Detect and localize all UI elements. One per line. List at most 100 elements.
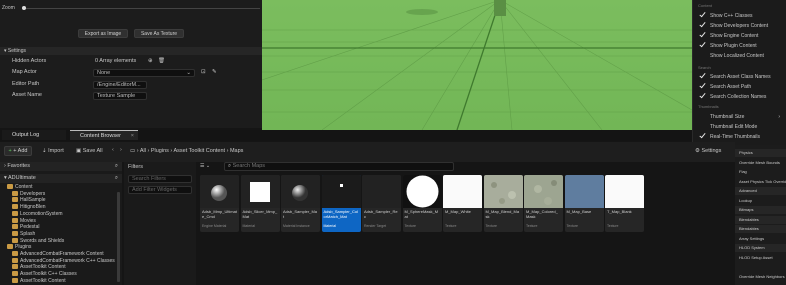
zoom-slider-handle[interactable] [22,6,26,10]
close-icon[interactable]: × [131,131,134,141]
import-button[interactable]: ⇣ Import [42,148,64,154]
search-icon[interactable]: ⌕ [115,162,118,171]
tree-folder-item[interactable]: AdvancedCombatFramework C++ Classes [12,257,115,265]
search-asset-class-names-item[interactable]: Search Asset Class Names [700,72,786,82]
thumbnail-size-item[interactable]: Thumbnail Size › [700,112,784,122]
tree-folder-label: AdvancedCombatFramework C++ Classes [20,257,115,264]
settings-button[interactable]: ⚙ Settings [695,148,721,154]
folder-icon [12,277,18,283]
search-collection-names-item[interactable]: Search Collection Names [700,92,786,102]
breadcrumb-item[interactable]: Plugins [151,148,169,154]
filters-panel: Filters Search Filters Add Filter Widget… [124,162,196,285]
history-forward-button[interactable]: › [120,147,122,153]
search-icon[interactable]: ⌕ [115,174,118,183]
property-row[interactable]: Advanced [735,187,786,195]
asset-name-input[interactable]: Texture Sample [93,92,147,100]
tree-folder-item[interactable]: LocomotionSystem [12,210,63,218]
tree-folder-item[interactable]: Swords and Shields [12,237,64,245]
show-engine-content-item[interactable]: Show Engine Content [700,31,786,41]
thumbnail-edit-mode-item[interactable]: Thumbnail Edit Mode [700,122,784,132]
tab-content-browser[interactable]: Content Browser × [70,130,138,140]
zoom-slider[interactable] [22,8,260,9]
eyedropper-icon[interactable]: ✎ [212,68,217,77]
asset-tile[interactable]: Adsb_Slicer_Mmp_Mat Material [240,175,280,232]
asset-tile[interactable]: M_Map_Blend_Mask Texture [483,175,523,232]
property-row[interactable]: Flag [735,168,786,176]
asset-thumbnail [240,175,280,208]
tree-folder-label: Pedestal [20,224,40,231]
tree-folder-item[interactable]: HitignoBlen [12,204,46,211]
trash-icon[interactable]: 🗑 [158,57,165,66]
asset-tile[interactable]: Adsb_Sampler_Mat Material Instance [281,175,320,232]
property-row[interactable]: Override Mesh Bounds [735,159,786,167]
property-row[interactable]: Bitmaps [735,206,786,214]
asset-tile[interactable]: M_Map_Colored_Mask Texture [524,175,563,232]
tree-folder-item[interactable]: Splash [12,230,35,238]
property-row[interactable]: Blendables [735,215,786,224]
property-row[interactable]: HLOD System [735,244,786,252]
property-row[interactable]: HLOD Setup Asset [735,254,786,262]
property-row[interactable]: Asset Physics Tick Override [735,178,786,186]
breadcrumb-item[interactable]: All [140,148,146,154]
asset-name: Adsb_Slicer_Mmp_Mat [242,209,278,219]
favorites-header[interactable]: › Favorites ⌕ [0,162,122,171]
map-actor-dropdown[interactable]: None ⌄ [93,69,195,77]
filter-dropdown[interactable]: ☰ ⌄ [200,163,210,169]
property-row[interactable] [735,263,786,271]
property-row[interactable]: Blendables [735,225,786,233]
breadcrumb-item[interactable]: Maps [230,148,243,154]
asset-tile[interactable]: M_Map_White Texture [443,175,482,232]
show-plugin-content-item[interactable]: Show Plugin Content [700,41,786,51]
tree-folder-item[interactable]: Developers [12,190,45,198]
tree-folder-item[interactable]: Content [7,184,33,191]
show-localized-content-item[interactable]: Show Localized Content [700,51,786,61]
property-row[interactable]: Array Settings [735,235,786,243]
asset-tile[interactable]: M_Map_Base Texture [564,175,604,232]
asset-search-input[interactable]: ⌕ Search Maps [224,162,454,171]
asset-tile[interactable]: M_SphereMask_Mat Texture [402,175,442,232]
filters-search-input[interactable]: Search Filters [128,175,192,183]
browse-icon[interactable]: ⊡ [201,68,206,77]
tree-folder-item[interactable]: AdvancedCombatFramework Content [12,251,104,258]
tree-folder-item[interactable]: AssetToolkit Content [12,264,66,271]
folder-tree: Content Developers HallSample HitignoBlen Lo… [0,184,118,285]
tree-folder-item[interactable]: HallSample [12,197,46,204]
settings-header[interactable]: ▾ Settings [0,47,262,55]
show-cpp-classes-item[interactable]: Show C++ Classes [700,11,786,21]
breadcrumb-item[interactable]: Asset Toolkit Content [173,148,225,154]
tree-folder-item[interactable]: AssetToolkit C++ Classes [12,271,77,278]
real-time-thumbnails-item[interactable]: Real-Time Thumbnails [700,132,784,142]
tree-folder-item[interactable]: Pedestal [12,224,39,231]
folder-icon [12,190,18,196]
export-image-button[interactable]: Export as Image [78,29,128,38]
tree-folder-label: HitignoBlen [20,204,46,211]
editor-path-input[interactable]: /Engine/EditorM... [93,81,147,89]
asset-tile[interactable]: Adsb_Mmp_Ultimate_Cmd Engine Material [200,175,239,232]
asset-tile[interactable]: Adsb_Sampler_ColorMatch_Mat Material [321,175,361,232]
folder-icon [12,197,18,203]
add-button[interactable]: + + Add [4,146,32,156]
favorites-label: Favorites [7,163,30,169]
check-icon [700,12,706,18]
tree-folder-item[interactable]: Plugins [7,244,31,251]
property-row[interactable]: Lookup [735,197,786,205]
save-texture-button[interactable]: Save As Texture [134,29,184,38]
hidden-actors-value: 0 Array elements [95,58,137,64]
tab-output-log[interactable]: Output Log [2,130,66,140]
tree-folder-item[interactable]: AssetToolkit Content [12,277,66,285]
map-actor-label: Map Actor [12,69,37,75]
asset-tile[interactable]: T_Map_Blank Texture [605,175,644,232]
project-header[interactable]: ▾ ADUltimate ⌕ [0,174,122,183]
show-developers-content-item[interactable]: Show Developers Content [700,21,786,31]
search-asset-path-item[interactable]: Search Asset Path [700,82,786,92]
property-row[interactable]: Override Mesh Neighbors [735,273,786,281]
add-filter-input[interactable]: Add Filter Widgets [128,186,192,194]
level-viewport[interactable] [262,0,692,130]
tree-folder-item[interactable]: Movies [12,217,36,225]
add-element-icon[interactable]: ⊕ [148,57,153,66]
asset-tile[interactable]: Adsb_Sampler_Rec Render Target [362,175,401,232]
property-row[interactable]: Physics [735,149,786,157]
history-back-button[interactable]: ‹ [112,147,114,153]
save-all-button[interactable]: ▣ Save All [76,148,103,154]
tree-scrollbar[interactable] [117,192,120,282]
